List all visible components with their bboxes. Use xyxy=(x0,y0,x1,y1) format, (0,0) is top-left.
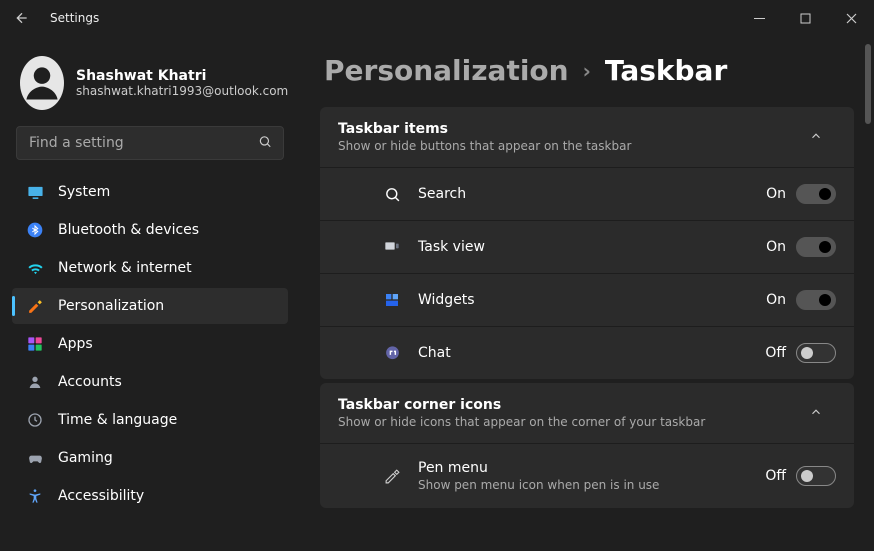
search-icon xyxy=(258,134,272,153)
close-button[interactable] xyxy=(828,0,874,36)
penmenu-toggle[interactable] xyxy=(796,466,836,486)
setting-row-widgets: Widgets On xyxy=(320,273,854,326)
chat-toggle[interactable] xyxy=(796,343,836,363)
sidebar-item-apps[interactable]: Apps xyxy=(12,326,288,362)
window-controls xyxy=(736,0,874,36)
taskview-toggle[interactable] xyxy=(796,237,836,257)
corner-icons-card: Taskbar corner icons Show or hide icons … xyxy=(320,383,854,508)
sidebar-item-label: Accounts xyxy=(58,374,122,390)
sidebar: Shashwat Khatri shashwat.khatri1993@outl… xyxy=(0,36,300,551)
sidebar-item-label: Time & language xyxy=(58,412,177,428)
scrollbar-thumb[interactable] xyxy=(865,44,871,124)
row-label: Chat xyxy=(418,345,765,361)
app-title: Settings xyxy=(50,11,99,25)
profile-block[interactable]: Shashwat Khatri shashwat.khatri1993@outl… xyxy=(12,46,288,126)
sidebar-item-label: System xyxy=(58,184,110,200)
nav-list: System Bluetooth & devices Network & int… xyxy=(12,172,288,516)
chevron-up-icon xyxy=(796,404,836,423)
accessibility-icon xyxy=(26,487,44,505)
row-label: Search xyxy=(418,186,766,202)
accounts-icon xyxy=(26,373,44,391)
sidebar-item-accessibility[interactable]: Accessibility xyxy=(12,478,288,514)
sidebar-item-label: Apps xyxy=(58,336,93,352)
sidebar-item-gaming[interactable]: Gaming xyxy=(12,440,288,476)
chevron-right-icon: › xyxy=(583,59,591,83)
apps-icon xyxy=(26,335,44,353)
card-title: Taskbar items xyxy=(338,121,796,137)
search-input[interactable] xyxy=(16,126,284,160)
wifi-icon xyxy=(26,259,44,277)
avatar xyxy=(20,56,64,110)
clock-icon xyxy=(26,411,44,429)
setting-row-search: Search On xyxy=(320,167,854,220)
card-subtitle: Show or hide buttons that appear on the … xyxy=(338,139,796,153)
search-icon xyxy=(380,186,404,203)
search-box xyxy=(16,126,284,160)
profile-email: shashwat.khatri1993@outlook.com xyxy=(76,84,288,98)
toggle-state: Off xyxy=(765,345,786,361)
sidebar-item-bluetooth[interactable]: Bluetooth & devices xyxy=(12,212,288,248)
sidebar-item-label: Personalization xyxy=(58,298,164,314)
corner-icons-header[interactable]: Taskbar corner icons Show or hide icons … xyxy=(320,383,854,443)
sidebar-item-accounts[interactable]: Accounts xyxy=(12,364,288,400)
toggle-state: On xyxy=(766,186,786,202)
widgets-toggle[interactable] xyxy=(796,290,836,310)
sidebar-item-time-language[interactable]: Time & language xyxy=(12,402,288,438)
sidebar-item-personalization[interactable]: Personalization xyxy=(12,288,288,324)
sidebar-item-label: Accessibility xyxy=(58,488,144,504)
gaming-icon xyxy=(26,449,44,467)
setting-row-penmenu: Pen menu Show pen menu icon when pen is … xyxy=(320,443,854,508)
setting-row-taskview: Task view On xyxy=(320,220,854,273)
search-toggle[interactable] xyxy=(796,184,836,204)
taskbar-items-header[interactable]: Taskbar items Show or hide buttons that … xyxy=(320,107,854,167)
toggle-state: Off xyxy=(765,468,786,484)
profile-name: Shashwat Khatri xyxy=(76,68,288,84)
back-button[interactable] xyxy=(6,2,38,34)
chat-icon xyxy=(380,345,404,362)
toggle-state: On xyxy=(766,239,786,255)
pen-icon xyxy=(380,468,404,485)
chevron-up-icon xyxy=(796,128,836,147)
sidebar-item-label: Bluetooth & devices xyxy=(58,222,199,238)
maximize-button[interactable] xyxy=(782,0,828,36)
taskbar-items-card: Taskbar items Show or hide buttons that … xyxy=(320,107,854,379)
personalization-icon xyxy=(26,297,44,315)
main-content: Personalization › Taskbar Taskbar items … xyxy=(300,36,874,551)
row-label: Pen menu xyxy=(418,460,765,476)
sidebar-item-label: Network & internet xyxy=(58,260,192,276)
card-title: Taskbar corner icons xyxy=(338,397,796,413)
breadcrumb-current: Taskbar xyxy=(605,54,727,87)
card-subtitle: Show or hide icons that appear on the co… xyxy=(338,415,796,429)
system-icon xyxy=(26,183,44,201)
minimize-button[interactable] xyxy=(736,0,782,36)
taskview-icon xyxy=(380,239,404,255)
widgets-icon xyxy=(380,292,404,308)
sidebar-item-system[interactable]: System xyxy=(12,174,288,210)
sidebar-item-label: Gaming xyxy=(58,450,113,466)
row-label: Widgets xyxy=(418,292,766,308)
breadcrumb-parent[interactable]: Personalization xyxy=(324,54,569,87)
toggle-state: On xyxy=(766,292,786,308)
sidebar-item-network[interactable]: Network & internet xyxy=(12,250,288,286)
row-sublabel: Show pen menu icon when pen is in use xyxy=(418,478,765,492)
row-label: Task view xyxy=(418,239,766,255)
bluetooth-icon xyxy=(26,221,44,239)
breadcrumb: Personalization › Taskbar xyxy=(320,54,874,87)
titlebar: Settings xyxy=(0,0,874,36)
setting-row-chat: Chat Off xyxy=(320,326,854,379)
